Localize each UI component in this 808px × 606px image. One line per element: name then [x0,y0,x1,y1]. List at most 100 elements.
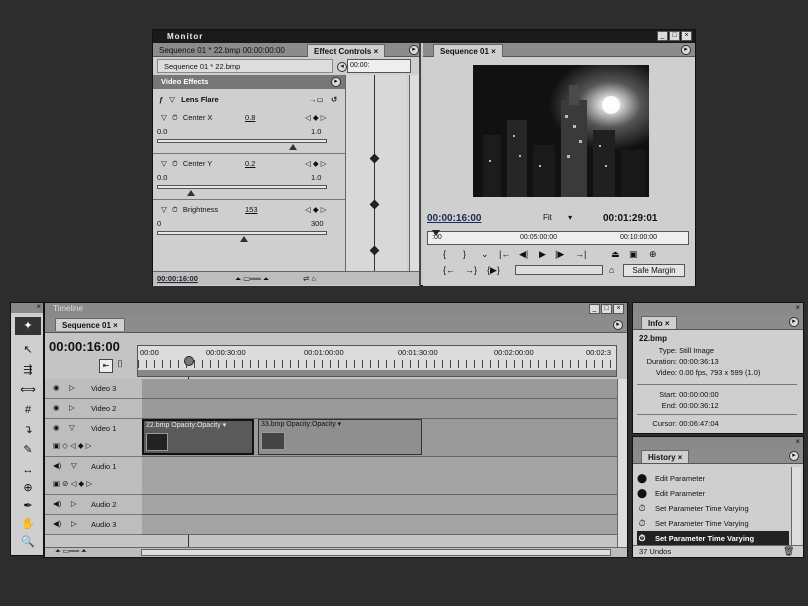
shuttle-slider[interactable] [515,265,603,275]
close-tab-icon[interactable]: × [678,453,683,462]
timeline-vertical-scrollbar[interactable] [617,379,627,547]
track-audio-3[interactable] [142,515,617,535]
selection-tool-icon[interactable]: ↖ [15,341,41,359]
rolling-edit-tool-icon[interactable]: # [15,401,41,419]
keyframe-nav-icon[interactable]: ◁ ◆ ▷ [305,157,326,171]
rate-stretch-tool-icon[interactable]: ↴ [15,421,41,439]
close-tab-icon[interactable]: × [665,319,670,328]
ripple-edit-tool-icon[interactable]: ⟺ [15,381,41,399]
go-to-in-icon[interactable]: |← [499,249,510,259]
panel-menu-icon[interactable]: ▸ [409,45,419,55]
set-marker-icon[interactable]: ⌷ [117,359,123,370]
slider-thumb[interactable] [239,236,248,242]
keyframe-marker[interactable] [369,153,380,164]
program-ruler[interactable]: :00 00:05:00:00 00:10:00:00 [427,230,689,245]
lens-flare-row[interactable]: ƒ ▽ Lens Flare →▭ ↺ [153,93,345,107]
close-tab-icon[interactable]: × [491,47,496,56]
speaker-icon[interactable]: ◀) [53,461,61,470]
history-scrollbar[interactable] [791,467,801,545]
param-value[interactable]: 153 [245,203,258,217]
safe-margins-button[interactable]: Safe Margin [623,264,685,277]
history-item[interactable]: ⬤ Edit Parameter [637,471,789,486]
video-effects-menu-icon[interactable]: ▸ [331,77,341,87]
slip-tool-icon[interactable]: ↔ [15,461,41,479]
expand-triangle-icon[interactable]: ▽ [169,95,175,104]
slider-thumb[interactable] [187,190,195,196]
pen-tool-icon[interactable]: ✒ [15,497,41,515]
monitor-titlebar[interactable]: Monitor [153,30,695,43]
effect-settings-icon[interactable]: →▭ [309,93,324,107]
trim-icon[interactable]: ⊕ [649,249,657,260]
track-audio-1[interactable] [142,457,617,495]
marker-icon[interactable]: ⌄ [481,249,489,260]
effect-current-time[interactable]: 00:00:16:00 [157,274,198,283]
history-item[interactable]: ⏱ Set Parameter Time Varying [637,501,789,516]
effect-scrollbar[interactable] [409,75,419,271]
track-select-tool-icon[interactable]: ⇶ [15,361,41,379]
timeline-current-time[interactable]: 00:00:16:00 [49,339,120,354]
center-x-slider[interactable] [157,139,327,143]
step-back-icon[interactable]: ◀| [519,249,528,260]
expand-triangle-icon[interactable]: ▷ [71,519,77,528]
minimize-button[interactable]: _ [589,304,600,314]
close-button[interactable]: × [613,304,624,314]
history-item[interactable]: ⏱ Set Parameter Time Varying [637,516,789,531]
info-titlebar[interactable]: × [633,303,803,315]
razor-tool-icon[interactable]: ✎ [15,441,41,459]
expand-triangle-icon[interactable]: ▷ [69,403,75,412]
work-area-bar[interactable] [138,370,616,376]
clip-33[interactable]: 33.bmp Opacity:Opacity ▾ [258,419,422,455]
maximize-button[interactable]: □ [601,304,612,314]
timeline-horizontal-scrollbar[interactable] [141,549,611,556]
close-icon[interactable]: × [795,303,800,312]
delete-icon[interactable]: 🗑 [783,546,794,557]
keyframe-nav-icon[interactable]: ◁ ◆ ▷ [305,203,326,217]
zoom-slider-icon[interactable]: ⏶ ▭══ ⏶ [55,547,87,556]
expand-triangle-icon[interactable]: ▷ [71,499,77,508]
tools-titlebar[interactable]: × [11,302,43,313]
show-hide-timeline-icon[interactable]: ◂ [337,62,347,72]
play-icon[interactable]: ▶ [539,249,546,260]
eye-icon[interactable]: ◉ [53,423,60,432]
expand-triangle-icon[interactable]: ▽ [69,423,75,432]
fit-dropdown[interactable]: Fit ▾ [543,213,572,222]
snap-icon[interactable]: ⇤ [99,359,113,373]
track-video-2[interactable] [142,399,617,419]
go-to-out-icon[interactable]: →| [575,249,586,259]
track-video-3[interactable] [142,379,617,399]
playhead-icon[interactable] [184,356,194,366]
speaker-icon[interactable]: ◀) [53,519,61,528]
brightness-slider[interactable] [157,231,327,235]
history-titlebar[interactable]: × [633,437,803,449]
clip-22[interactable]: 22.bmp Opacity:Opacity ▾ [142,419,254,455]
center-y-slider[interactable] [157,185,327,189]
output-icon[interactable]: ⌂ [609,265,614,275]
play-in-to-out-icon[interactable]: {▶} [487,265,500,276]
keyframe-controls-icon[interactable]: ▣ ◇ ◁ ◆ ▷ [53,441,92,450]
speaker-icon[interactable]: ◀) [53,499,61,508]
timeline-titlebar[interactable]: Timeline _ □ × [45,303,627,317]
zoom-tool-icon[interactable]: 🔍 [15,533,41,551]
slide-tool-icon[interactable]: ⊕ [15,479,41,497]
keyframe-controls-icon[interactable]: ▣ ⊘ ◁ ◆ ▷ [53,479,92,488]
eye-icon[interactable]: ◉ [53,383,60,392]
tab-program-sequence[interactable]: Sequence 01 × [433,44,503,57]
tab-source[interactable]: Sequence 01 * 22.bmp 00:00:00:00 [153,44,291,57]
keyframe-marker[interactable] [369,245,380,256]
expand-triangle-icon[interactable]: ▽ [161,159,167,168]
extract-icon[interactable]: ▣ [629,249,638,260]
param-value[interactable]: 0.8 [245,111,255,125]
panel-menu-icon[interactable]: ▸ [789,317,799,327]
track-video-1[interactable]: 22.bmp Opacity:Opacity ▾ 33.bmp Opacity:… [142,419,617,457]
param-value[interactable]: 0.2 [245,157,255,171]
reset-icon[interactable]: ↺ [331,93,337,107]
expand-triangle-icon[interactable]: ▽ [71,461,77,470]
eye-icon[interactable]: ◉ [53,403,60,412]
slider-thumb[interactable] [289,144,297,150]
hand-tool-icon[interactable]: ✋ [15,515,41,533]
stopwatch-icon[interactable]: ⏱ [172,113,178,122]
close-icon[interactable]: × [36,302,41,311]
program-current-time[interactable]: 00:00:16:00 [427,213,481,224]
panel-menu-icon[interactable]: ▸ [789,451,799,461]
tab-sequence-01[interactable]: Sequence 01 × [55,318,125,331]
